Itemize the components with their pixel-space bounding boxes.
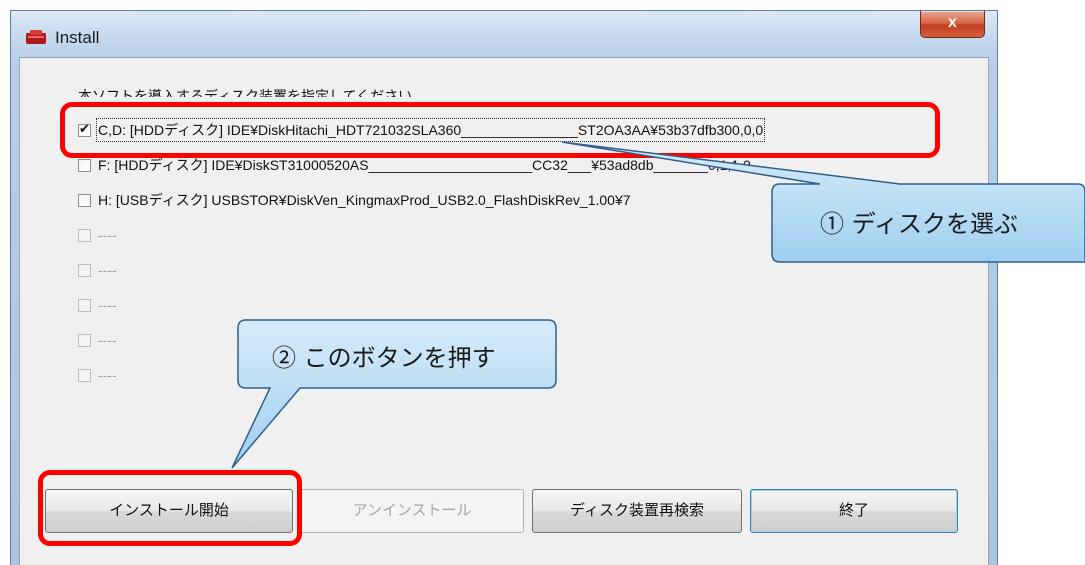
callout-shapes (231, 141, 1085, 469)
callout-select-disk-bubble (561, 141, 1085, 263)
callout-select-disk-text: ① ディスクを選ぶ (820, 210, 1018, 238)
callout-press-button-text: ② このボタンを押す (272, 344, 496, 372)
